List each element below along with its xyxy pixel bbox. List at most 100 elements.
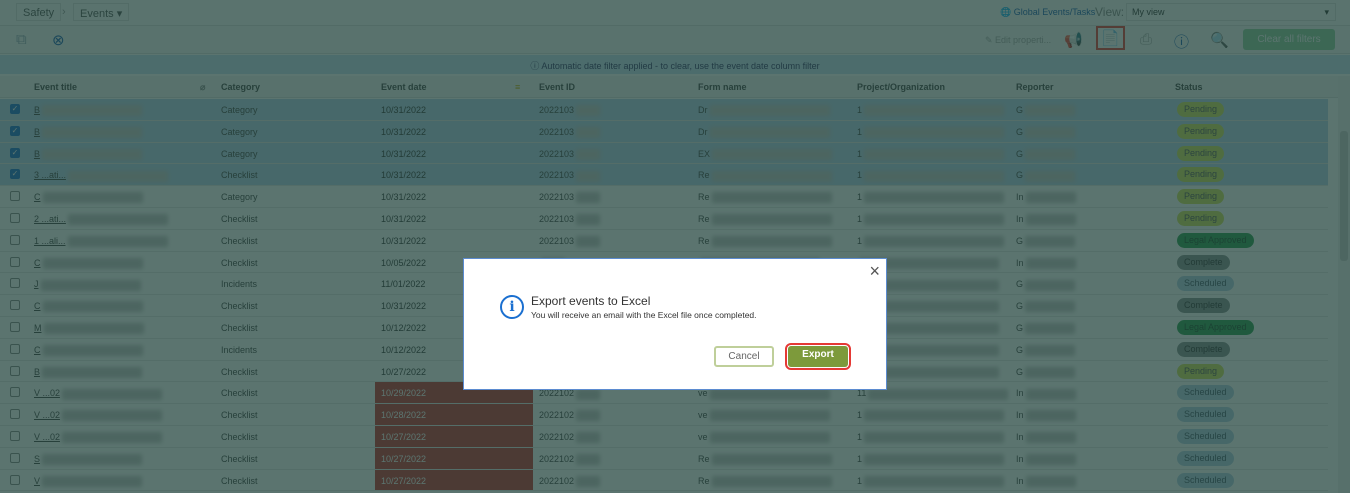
search-icon[interactable]: 🔍 [1210, 31, 1229, 49]
table-row[interactable]: V ...02 Checklist 10/27/2022 2022102 ve … [0, 426, 1328, 448]
row-checkbox[interactable]: ✓ [10, 169, 20, 180]
row-checkbox[interactable] [10, 256, 20, 267]
event-title-link[interactable]: 3 ...ati... [34, 170, 169, 182]
column-event-id[interactable]: Event ID [539, 82, 575, 92]
form-name-cell: Dr [698, 105, 830, 117]
export-button[interactable]: Export [785, 343, 851, 370]
event-title-link[interactable]: B [34, 127, 143, 138]
breadcrumb-events-dropdown[interactable]: Events ▾ [73, 3, 130, 21]
export-dialog: × i Export events to Excel You will rece… [463, 258, 887, 390]
event-title-link[interactable]: S [34, 453, 143, 465]
info-icon[interactable]: ⓘ [1174, 31, 1189, 52]
row-checkbox[interactable] [10, 213, 20, 223]
table-row[interactable]: ✓ B Category 10/31/2022 2022103 Dr 1 G P… [0, 99, 1328, 121]
event-title-link[interactable]: B [34, 367, 143, 378]
row-checkbox[interactable] [10, 452, 20, 463]
event-title-link[interactable]: V ...02 [34, 432, 163, 444]
global-events-link[interactable]: 🌐 Global Events/Tasks [1000, 7, 1095, 18]
event-id: 2022103 [539, 148, 575, 159]
row-checkbox[interactable] [10, 322, 20, 332]
event-title: V ...02 [34, 410, 61, 421]
event-title-link[interactable]: C [34, 345, 143, 356]
event-title-link[interactable]: V [34, 476, 143, 487]
column-event-title[interactable]: Event title [34, 82, 77, 92]
form-name: Dr [698, 126, 708, 137]
status-badge: Pending [1177, 167, 1225, 183]
table-row[interactable]: 2 ...ati... Checklist 10/31/2022 2022103… [0, 208, 1328, 230]
column-project[interactable]: Project/Organization [857, 82, 945, 92]
column-event-date[interactable]: Event date [381, 82, 427, 92]
event-title-link[interactable]: B [34, 149, 143, 160]
breadcrumb-safety[interactable]: Safety [16, 3, 62, 21]
column-reporter[interactable]: Reporter [1016, 82, 1054, 92]
event-title-link[interactable]: V ...02 [34, 410, 163, 422]
row-checkbox[interactable] [10, 365, 20, 376]
event-date: 10/31/2022 [381, 214, 427, 224]
project-cell: 1 [857, 127, 1005, 138]
event-title-link[interactable]: C [34, 258, 143, 269]
reporter: In [1016, 432, 1024, 442]
event-title-link[interactable]: 2 ...ati... [34, 214, 169, 226]
row-checkbox[interactable] [10, 431, 20, 441]
event-title-link[interactable]: V ...02 [34, 388, 163, 400]
project: 1 [857, 192, 863, 203]
event-title-link[interactable]: C [34, 301, 143, 313]
event-title-link[interactable]: J [34, 279, 141, 291]
scrollbar-thumb[interactable] [1340, 131, 1348, 261]
table-row[interactable]: V Checklist 10/27/2022 2022102 Re 1 In S… [0, 469, 1328, 492]
event-title: C [34, 301, 41, 312]
column-form-name[interactable]: Form name [698, 82, 747, 92]
export-excel-icon[interactable]: 📄 [1096, 26, 1125, 50]
event-title-link[interactable]: B [34, 105, 143, 117]
event-title-link[interactable]: C [34, 192, 143, 204]
close-icon[interactable]: × [869, 261, 880, 282]
edit-properties-button[interactable]: ✎ Edit properti... [985, 35, 1051, 46]
row-checkbox[interactable] [10, 343, 20, 354]
form-name: EX [698, 148, 711, 159]
reporter: In [1016, 410, 1024, 421]
clear-all-filters-button[interactable]: Clear all filters [1243, 29, 1335, 50]
category-cell: Checklist [221, 323, 258, 333]
vertical-scrollbar[interactable] [1338, 76, 1350, 493]
table-row[interactable]: C Category 10/31/2022 2022103 Re 1 In Pe… [0, 186, 1328, 208]
row-checkbox[interactable] [10, 234, 20, 245]
event-id-cell: 2022102 [539, 432, 601, 444]
event-title-link[interactable]: 1 ...ali... [34, 236, 168, 247]
project: 1 [857, 235, 863, 246]
table-row[interactable]: S Checklist 10/27/2022 2022102 Re 1 In S… [0, 447, 1328, 470]
filter-active-icon[interactable]: ≡ [515, 82, 520, 92]
table-row[interactable]: V ...02 Checklist 10/28/2022 2022102 ve … [0, 404, 1328, 426]
project-cell: 1 [857, 149, 1005, 160]
cancel-button[interactable]: Cancel [714, 346, 774, 367]
event-date: 10/27/2022 [381, 475, 427, 486]
reporter-cell: In [1016, 410, 1076, 422]
table-row[interactable]: ✓ B Category 10/31/2022 2022103 Dr 1 G P… [0, 120, 1328, 143]
row-checkbox[interactable] [10, 474, 20, 485]
event-id: 2022102 [539, 410, 575, 421]
table-row[interactable]: ✓ B Category 10/31/2022 2022103 EX 1 G P… [0, 142, 1328, 165]
megaphone-icon[interactable]: 📢 [1064, 31, 1083, 49]
column-category[interactable]: Category [221, 82, 260, 92]
row-checkbox[interactable]: ✓ [10, 104, 20, 114]
event-title-link[interactable]: M [34, 323, 144, 335]
add-copy-icon[interactable]: ⧉ [16, 31, 27, 48]
category-cell: Checklist [221, 388, 258, 399]
row-checkbox[interactable] [10, 300, 20, 311]
row-checkbox[interactable]: ✓ [10, 147, 20, 158]
view-select[interactable]: My view ▾ [1126, 3, 1336, 21]
table-row[interactable]: ✓ 3 ...ati... Checklist 10/31/2022 20221… [0, 164, 1328, 187]
print-icon[interactable]: ⎙ [1140, 31, 1152, 48]
row-checkbox[interactable] [10, 278, 20, 289]
row-checkbox[interactable] [10, 409, 20, 420]
reporter: G [1016, 279, 1024, 290]
event-date: 11/01/2022 [381, 279, 426, 290]
column-status[interactable]: Status [1175, 82, 1203, 92]
table-row[interactable]: 1 ...ali... Checklist 10/31/2022 2022103… [0, 229, 1328, 252]
row-checkbox[interactable] [10, 191, 20, 202]
status-badge: Pending [1177, 189, 1225, 205]
cancel-circle-icon[interactable]: ⊗ [52, 31, 65, 49]
row-checkbox[interactable] [10, 387, 20, 398]
row-checkbox[interactable]: ✓ [10, 125, 20, 136]
event-title: S [34, 453, 41, 464]
reporter: In [1016, 388, 1024, 399]
